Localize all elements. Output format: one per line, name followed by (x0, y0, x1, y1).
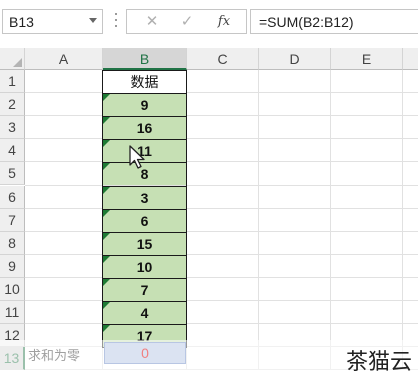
data-cell-b2[interactable]: 9 (103, 93, 186, 117)
row-header-2[interactable]: 2 (0, 93, 25, 117)
row-header-5[interactable]: 5 (0, 162, 25, 186)
cell-b1-header[interactable]: 数据 (103, 70, 186, 94)
chevron-down-icon[interactable] (89, 18, 97, 23)
row-header-8[interactable]: 8 (0, 231, 25, 255)
enter-icon[interactable]: ✓ (172, 12, 202, 32)
row-gridline (25, 92, 418, 94)
column-header-a[interactable]: A (25, 48, 103, 70)
cell-value: 15 (136, 235, 153, 252)
row-gridline (25, 276, 418, 278)
name-box[interactable]: B13 (2, 9, 103, 34)
error-indicator-icon (103, 117, 110, 125)
row-gridline (25, 115, 418, 117)
mouse-pointer-icon (129, 145, 145, 169)
error-indicator-icon (103, 186, 110, 194)
error-indicator-icon (103, 94, 110, 102)
row-header-3[interactable]: 3 (0, 116, 25, 140)
row-gridline (25, 253, 418, 255)
row-header-7[interactable]: 7 (0, 208, 25, 232)
row-header-6[interactable]: 6 (0, 185, 25, 209)
row-gridline (25, 323, 418, 325)
column-header-f[interactable] (403, 48, 418, 70)
cell-value: 10 (136, 258, 153, 275)
cell-value: 9 (140, 97, 149, 114)
row-header-11[interactable]: 11 (0, 301, 25, 325)
error-indicator-icon (103, 209, 110, 217)
data-cell-b9[interactable]: 10 (103, 254, 186, 278)
row-header-1[interactable]: 1 (0, 70, 25, 94)
error-indicator-icon (103, 302, 110, 309)
row-gridline (25, 230, 418, 232)
cell-b13-result[interactable]: 0 (104, 342, 186, 364)
error-indicator-icon (103, 163, 110, 171)
data-cell-b8[interactable]: 15 (103, 231, 186, 255)
worksheet-grid[interactable]: A B C D E 12345678910111213 数据9161183615… (0, 44, 418, 380)
cell-a13-label[interactable]: 求和为零 (28, 345, 80, 364)
range-border (102, 70, 103, 349)
row-gridline (25, 184, 418, 186)
error-indicator-icon (103, 140, 110, 148)
data-cell-b11[interactable]: 4 (103, 301, 186, 325)
row-header-10[interactable]: 10 (0, 277, 25, 301)
cell-value: 4 (140, 305, 149, 321)
formula-input[interactable]: =SUM(B2:B12) (250, 9, 418, 34)
data-cell-b7[interactable]: 6 (103, 208, 186, 232)
cell-value: 3 (140, 189, 149, 206)
cell-value: 16 (136, 120, 153, 137)
error-indicator-icon (103, 325, 110, 333)
row-gridline (25, 138, 418, 140)
data-cell-b6[interactable]: 3 (103, 185, 186, 209)
column-header-e[interactable]: E (331, 48, 403, 70)
row-header-9[interactable]: 9 (0, 254, 25, 278)
row-gridline (25, 207, 418, 209)
grip-handle-icon[interactable] (115, 13, 118, 31)
range-border (186, 70, 187, 349)
cell-value: 6 (140, 212, 149, 229)
column-header-d[interactable]: D (259, 48, 331, 70)
row-gridline (25, 161, 418, 163)
formula-bar: B13 ✕ ✓ fx =SUM(B2:B12) (0, 0, 418, 44)
column-header-c[interactable]: C (187, 48, 259, 70)
error-indicator-icon (103, 255, 110, 263)
error-indicator-icon (103, 232, 110, 240)
column-gridline (330, 70, 331, 371)
formula-text: =SUM(B2:B12) (259, 14, 354, 30)
row-header-4[interactable]: 4 (0, 139, 25, 163)
data-cell-b10[interactable]: 7 (103, 277, 186, 301)
name-box-value: B13 (9, 14, 34, 30)
column-header-b[interactable]: B (103, 48, 187, 70)
data-cell-b3[interactable]: 16 (103, 116, 186, 140)
select-all-button[interactable] (0, 48, 25, 70)
formula-buttons: ✕ ✓ fx (126, 9, 247, 34)
column-gridline (402, 70, 403, 371)
cancel-icon[interactable]: ✕ (137, 12, 167, 32)
cell-value: 7 (140, 281, 149, 298)
watermark-logo: 茶猫云 (345, 350, 412, 375)
column-gridline (258, 70, 259, 371)
error-indicator-icon (103, 278, 110, 286)
row-gridline (25, 300, 418, 301)
insert-function-button[interactable]: fx (209, 12, 239, 32)
